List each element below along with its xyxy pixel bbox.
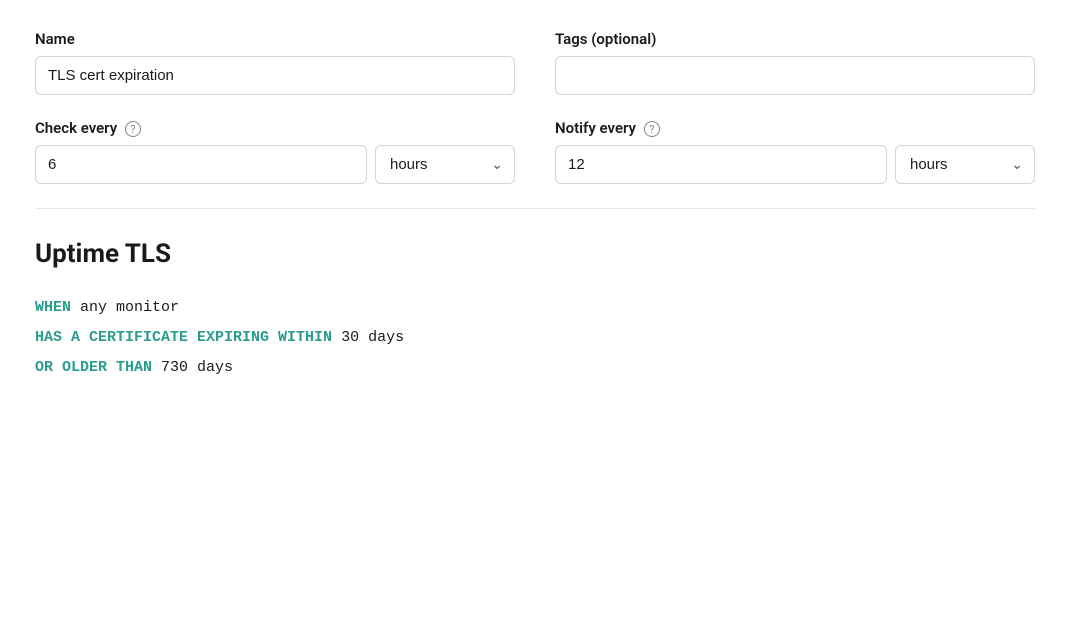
code-line-2: HAS A CERTIFICATE EXPIRING WITHIN 30 day… [35, 323, 1035, 353]
check-notify-row: Check every ? minutes hours days ⌄ Notif… [35, 119, 1035, 184]
check-every-group: Check every ? minutes hours days ⌄ [35, 119, 515, 184]
name-tags-row: Name Tags (optional) [35, 30, 1035, 95]
tags-input[interactable] [555, 56, 1035, 95]
notify-every-label: Notify every ? [555, 119, 1035, 137]
uptime-tls-section: Uptime TLS WHEN any monitor HAS A CERTIF… [35, 239, 1035, 383]
tags-group: Tags (optional) [555, 30, 1035, 95]
name-label: Name [35, 30, 515, 48]
notify-every-number-input[interactable] [555, 145, 887, 184]
name-input[interactable] [35, 56, 515, 95]
keyword-when: WHEN [35, 299, 71, 316]
notify-every-group: Notify every ? minutes hours days ⌄ [555, 119, 1035, 184]
notify-every-unit-wrapper: minutes hours days ⌄ [895, 145, 1035, 184]
check-every-number-input[interactable] [35, 145, 367, 184]
code-text-2: 30 days [341, 329, 404, 346]
notify-every-unit-select[interactable]: minutes hours days [895, 145, 1035, 184]
section-title: Uptime TLS [35, 239, 1035, 269]
keyword-or-older: OR OLDER THAN [35, 359, 152, 376]
check-every-label: Check every ? [35, 119, 515, 137]
tags-label: Tags (optional) [555, 30, 1035, 48]
code-line-3: OR OLDER THAN 730 days [35, 353, 1035, 383]
keyword-has-cert: HAS A CERTIFICATE EXPIRING WITHIN [35, 329, 332, 346]
check-every-unit-wrapper: minutes hours days ⌄ [375, 145, 515, 184]
code-text-3: 730 days [161, 359, 233, 376]
check-every-input-row: minutes hours days ⌄ [35, 145, 515, 184]
name-group: Name [35, 30, 515, 95]
code-line-1: WHEN any monitor [35, 293, 1035, 323]
check-every-unit-select[interactable]: minutes hours days [375, 145, 515, 184]
notify-every-help-icon[interactable]: ? [644, 121, 660, 137]
code-text-1: any monitor [80, 299, 179, 316]
section-divider [35, 208, 1035, 209]
check-every-help-icon[interactable]: ? [125, 121, 141, 137]
notify-every-input-row: minutes hours days ⌄ [555, 145, 1035, 184]
code-block: WHEN any monitor HAS A CERTIFICATE EXPIR… [35, 293, 1035, 383]
